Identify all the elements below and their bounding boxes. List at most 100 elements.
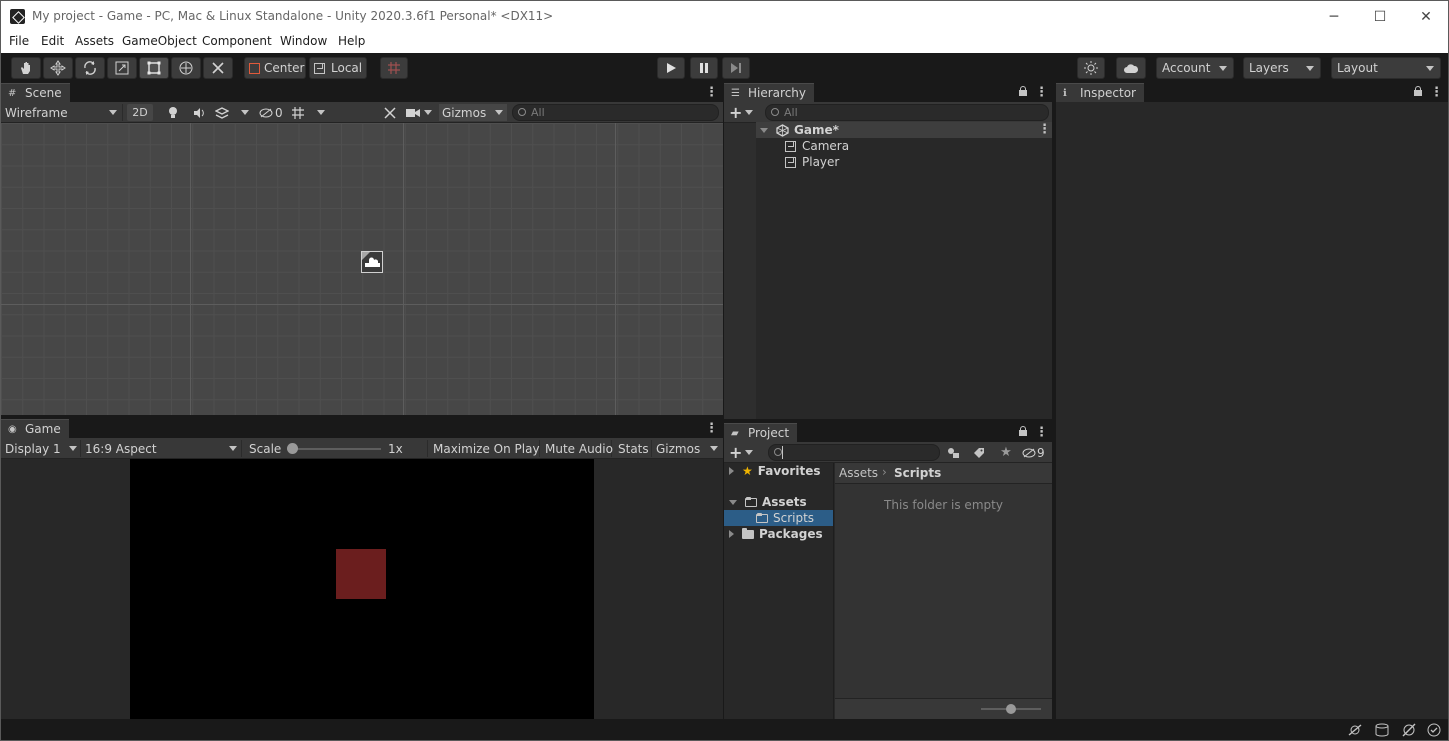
menu-assets[interactable]: Assets	[75, 34, 114, 48]
cache-server-icon[interactable]	[1374, 723, 1390, 737]
tab-inspector[interactable]: ℹ Inspector	[1056, 83, 1144, 102]
menu-help[interactable]: Help	[338, 34, 365, 48]
search-by-label-button[interactable]	[970, 444, 988, 461]
menu-window[interactable]: Window	[280, 34, 327, 48]
hierarchy-search-input[interactable]: All	[765, 104, 1049, 121]
menu-component[interactable]: Component	[202, 34, 272, 48]
scene-menu-icon[interactable]: ⋮	[705, 85, 718, 100]
chevron-right-icon[interactable]	[729, 467, 734, 475]
close-button[interactable]: ✕	[1403, 1, 1448, 32]
hand-tool-button[interactable]	[11, 57, 41, 79]
scene-audio-toggle[interactable]	[190, 104, 208, 121]
breadcrumb-assets[interactable]: Assets	[839, 466, 878, 480]
tree-scripts[interactable]: Scripts	[724, 510, 833, 526]
transform-tool-button[interactable]	[171, 57, 201, 79]
toggle-2d-button[interactable]: 2D	[127, 104, 153, 121]
auto-generate-lighting-off-icon[interactable]	[1347, 723, 1363, 737]
chevron-down-icon[interactable]	[760, 127, 768, 133]
scene-row-menu-icon[interactable]: ⋮	[1038, 122, 1051, 137]
pivot-space-toggle[interactable]: Local	[309, 57, 367, 79]
rect-tool-button[interactable]	[139, 57, 169, 79]
game-menu-icon[interactable]: ⋮	[705, 421, 718, 436]
scene-viewport[interactable]	[1, 123, 723, 415]
tab-project[interactable]: ▰ Project	[724, 423, 798, 442]
collab-cloud-button[interactable]	[1116, 57, 1146, 79]
hierarchy-item-player[interactable]: Player	[756, 154, 1052, 170]
hierarchy-add-button[interactable]: +	[729, 103, 757, 122]
hidden-objects-toggle[interactable]: 0	[259, 104, 287, 121]
account-dropdown[interactable]: Account	[1156, 57, 1234, 79]
scale-slider[interactable]	[287, 440, 383, 457]
scene-camera-dropdown[interactable]	[406, 104, 436, 121]
custom-tool-button[interactable]	[203, 57, 233, 79]
tab-hierarchy[interactable]: ☰ Hierarchy	[724, 83, 815, 102]
pivot-center-toggle[interactable]: Center	[244, 57, 306, 79]
scale-tool-button[interactable]	[107, 57, 137, 79]
maximize-button[interactable]: ☐	[1357, 1, 1403, 32]
search-by-type-button[interactable]	[944, 444, 962, 461]
menu-file[interactable]: File	[9, 34, 29, 48]
game-gizmos-dropdown[interactable]: Gizmos	[656, 440, 720, 457]
pause-icon	[700, 63, 708, 73]
hierarchy-menu-icon[interactable]: ⋮	[1035, 85, 1048, 100]
lock-icon[interactable]	[1019, 86, 1027, 96]
rotate-tool-button[interactable]	[75, 57, 105, 79]
lock-icon[interactable]	[1019, 426, 1027, 436]
scene-root-row[interactable]: Game* ⋮	[756, 122, 1052, 138]
scene-effects-dropdown[interactable]	[215, 104, 251, 121]
maximize-on-play-toggle[interactable]: Maximize On Play	[433, 440, 540, 457]
layers-dropdown[interactable]: Layers	[1243, 57, 1321, 79]
minimize-button[interactable]: ─	[1311, 1, 1357, 32]
camera-gizmo-icon[interactable]	[361, 251, 383, 273]
check-circle-icon[interactable]	[1427, 723, 1441, 737]
scale-slider-thumb[interactable]	[287, 443, 298, 454]
grid-visibility-dropdown[interactable]	[291, 104, 329, 121]
hierarchy-item-camera[interactable]: Camera	[756, 138, 1052, 154]
scene-gizmos-dropdown[interactable]: Gizmos	[439, 104, 507, 121]
chevron-down-icon[interactable]	[729, 499, 737, 505]
menu-edit[interactable]: Edit	[41, 34, 64, 48]
project-create-button[interactable]: +	[729, 443, 757, 462]
project-menu-icon[interactable]: ⋮	[1035, 425, 1048, 440]
chevron-right-icon[interactable]	[729, 530, 734, 538]
tree-packages[interactable]: Packages	[724, 526, 833, 542]
menu-gameobject[interactable]: GameObject	[122, 34, 197, 48]
move-tool-button[interactable]	[43, 57, 73, 79]
step-button[interactable]	[722, 57, 750, 79]
grid-snapping-button[interactable]	[380, 57, 408, 79]
scene-tools-button[interactable]	[381, 104, 399, 121]
progress-off-icon[interactable]	[1401, 723, 1417, 737]
game-view-render[interactable]	[130, 459, 594, 719]
breadcrumb-scripts[interactable]: Scripts	[894, 466, 941, 480]
chevron-down-icon	[317, 110, 325, 115]
project-hidden-packages-toggle[interactable]: 9	[1022, 444, 1050, 461]
star-icon: ★	[742, 464, 753, 478]
hierarchy-item-label: Player	[802, 155, 840, 169]
stats-toggle[interactable]: Stats	[618, 440, 652, 457]
aspect-label: 16:9 Aspect	[85, 441, 157, 456]
tree-packages-label: Packages	[759, 527, 823, 541]
scene-lighting-toggle[interactable]	[164, 104, 182, 121]
display-dropdown[interactable]: Display 1	[5, 440, 81, 457]
tree-assets[interactable]: Assets	[724, 494, 833, 510]
project-search-input[interactable]	[768, 444, 940, 461]
grid-line	[403, 123, 404, 415]
scene-search-input[interactable]: All	[512, 104, 719, 121]
pause-button[interactable]	[690, 57, 718, 79]
lock-icon[interactable]	[1414, 86, 1422, 96]
aspect-dropdown[interactable]: 16:9 Aspect	[85, 440, 242, 457]
inspector-menu-icon[interactable]: ⋮	[1430, 85, 1443, 100]
pivot-label: Center	[264, 61, 305, 75]
mute-audio-toggle[interactable]: Mute Audio	[545, 440, 613, 457]
layout-dropdown[interactable]: Layout	[1331, 57, 1441, 79]
local-cube-icon	[314, 62, 325, 74]
draw-mode-dropdown[interactable]: Wireframe	[5, 104, 123, 121]
favorites-toggle-button[interactable]: ★	[997, 444, 1015, 461]
icon-size-slider-thumb[interactable]	[1006, 704, 1016, 714]
tree-favorites[interactable]: ★ Favorites	[724, 463, 833, 479]
tab-scene[interactable]: # Scene	[1, 83, 70, 102]
lighting-button[interactable]	[1077, 57, 1105, 79]
tab-game[interactable]: ◉ Game	[1, 419, 69, 438]
layers-effects-icon	[215, 106, 229, 119]
play-button[interactable]	[657, 57, 685, 79]
